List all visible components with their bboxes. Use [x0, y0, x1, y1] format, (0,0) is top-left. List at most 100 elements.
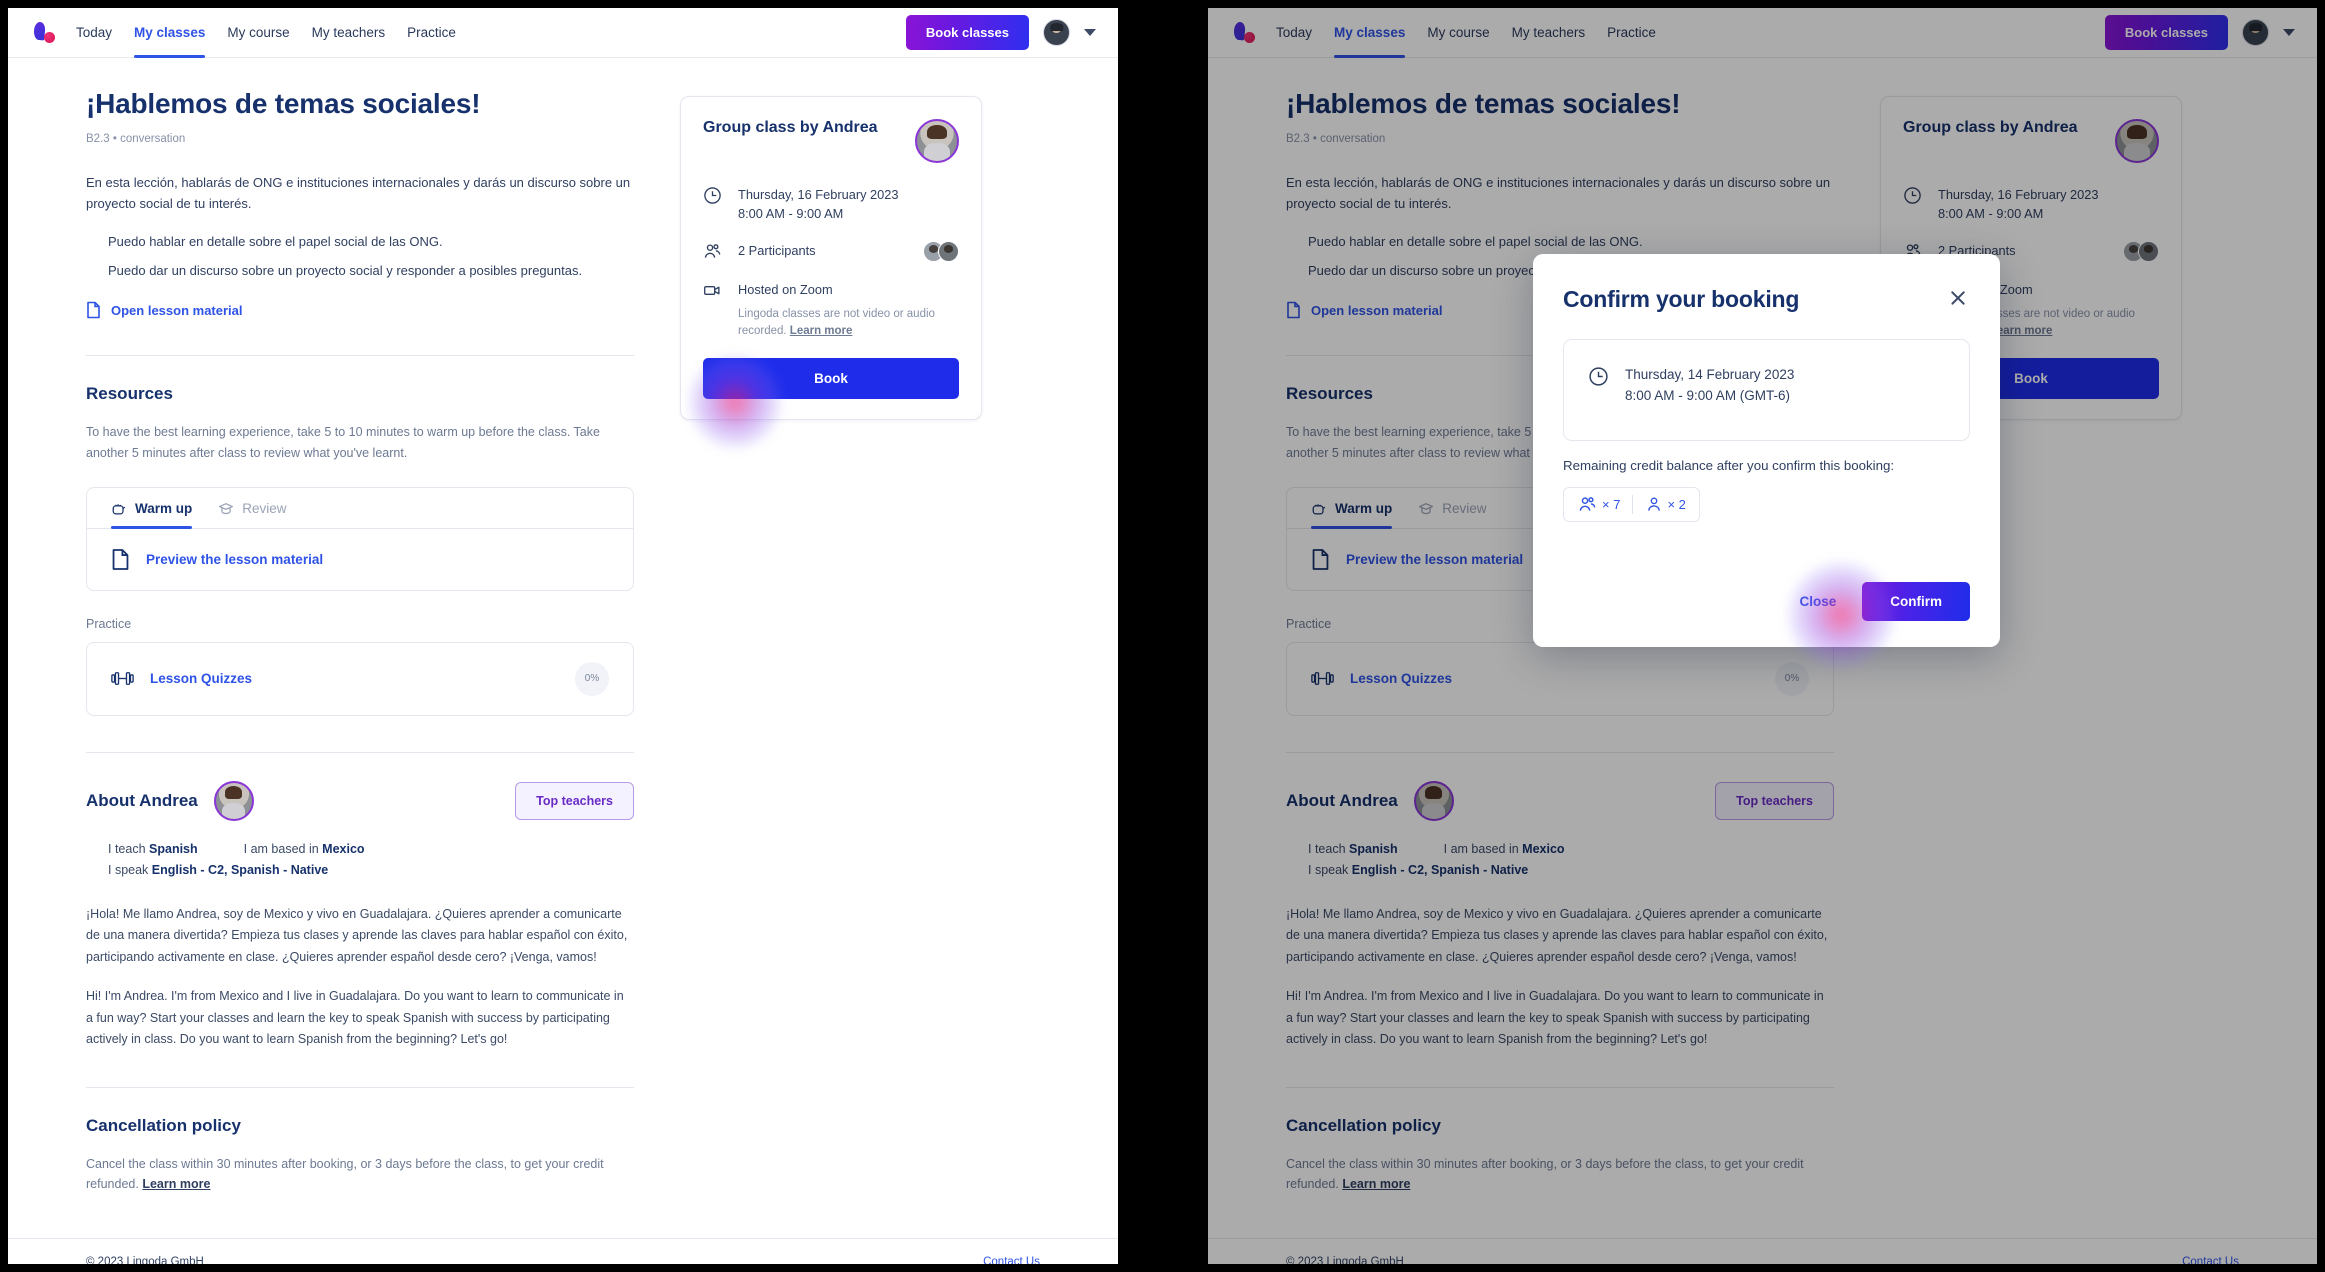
contact-us-link[interactable]: Contact Us [983, 1256, 1040, 1264]
clock-icon [1588, 365, 1608, 407]
top-navigation-bar: Today My classes My course My teachers P… [1208, 8, 2317, 58]
participant-avatars [2123, 241, 2159, 263]
top-teachers-badge-button[interactable]: Top teachers [1715, 781, 1834, 820]
cancellation-learn-more-link[interactable]: Learn more [142, 1177, 210, 1191]
close-button[interactable]: Close [1799, 594, 1836, 609]
booking-card: Group class by Andrea Thursday, 16 Febru… [680, 96, 982, 451]
nav-item-today[interactable]: Today [1276, 8, 1312, 57]
confirm-button[interactable]: Confirm [1862, 581, 1970, 621]
nav-item-my-course[interactable]: My course [1427, 8, 1489, 57]
about-teacher-header: About Andrea Top teachers [1286, 780, 1834, 821]
preview-lesson-material-row[interactable]: Preview the lesson material [87, 529, 633, 590]
quiz-progress-badge: 0% [575, 661, 609, 696]
list-item: Puedo dar un discurso sobre un proyecto … [108, 263, 583, 279]
graduation-cap-icon [1418, 501, 1434, 517]
book-classes-button[interactable]: Book classes [905, 15, 1029, 50]
copyright-text: © 2023 Lingoda GmbH [1286, 1255, 1404, 1264]
about-teacher-header: About Andrea Top teachers [86, 780, 634, 821]
open-lesson-material-row[interactable]: Open lesson material [86, 301, 634, 319]
booking-date: Thursday, 16 February 2023 [738, 187, 899, 202]
lesson-quizzes-row[interactable]: Lesson Quizzes 0% [1287, 643, 1833, 715]
private-credit-count: × 2 [1667, 496, 1686, 512]
private-credit-item: × 2 [1645, 495, 1686, 514]
teacher-bio-spanish: ¡Hola! Me llamo Andrea, soy de Mexico y … [86, 906, 628, 964]
nav-item-practice[interactable]: Practice [1607, 8, 1656, 57]
cancellation-policy-heading: Cancellation policy [1286, 1115, 1441, 1135]
open-lesson-material-link[interactable]: Open lesson material [1311, 303, 1443, 318]
chevron-down-icon[interactable] [1084, 29, 1096, 36]
based-value: Mexico [1522, 841, 1565, 856]
booking-card-title: Group class by Andrea [1903, 119, 2078, 136]
open-lesson-material-link[interactable]: Open lesson material [111, 303, 243, 318]
lesson-quizzes-row[interactable]: Lesson Quizzes 0% [87, 643, 633, 715]
lingoda-logo-icon[interactable] [1230, 18, 1260, 48]
divider [1632, 494, 1634, 514]
lesson-level-subtitle: B2.3 • conversation [1286, 133, 1386, 145]
nav-item-my-course[interactable]: My course [227, 8, 289, 57]
hosted-on: Hosted on Zoom [738, 282, 833, 298]
credit-balance-note: Remaining credit balance after you confi… [1563, 457, 1895, 473]
hosted-text-group: Hosted on Zoom Lingoda classes are not v… [738, 280, 959, 340]
browser-panel-right: Today My classes My course My teachers P… [1208, 8, 2317, 1264]
tab-warm-up[interactable]: Warm up [1311, 501, 1393, 529]
booking-time-row: Thursday, 16 February 2023 8:00 AM - 9:0… [703, 185, 959, 223]
practice-card: Lesson Quizzes 0% [86, 641, 634, 716]
nav-item-practice[interactable]: Practice [407, 8, 456, 57]
close-icon[interactable] [1946, 286, 1970, 310]
teacher-avatar [915, 119, 959, 163]
top-teachers-badge-button[interactable]: Top teachers [515, 781, 634, 820]
page-footer: © 2023 Lingoda GmbH Contact Us [1208, 1238, 2317, 1264]
tab-warm-up[interactable]: Warm up [111, 501, 193, 529]
teacher-bio-english: Hi! I'm Andrea. I'm from Mexico and I li… [1286, 989, 1824, 1047]
modal-header: Confirm your booking [1563, 286, 1970, 313]
dumbbell-icon [1311, 669, 1334, 688]
participant-avatars [923, 241, 959, 263]
speak-value: English - C2, Spanish - Native [1351, 863, 1529, 878]
list-item: Puedo hablar en detalle sobre el papel s… [1308, 234, 1643, 250]
booking-card-title: Group class by Andrea [703, 119, 878, 136]
nav-item-my-classes[interactable]: My classes [1334, 8, 1406, 58]
book-button[interactable]: Book [703, 358, 959, 400]
page-title: ¡Hablemos de temas sociales! [1286, 88, 1681, 119]
lesson-description: En esta lección, hablarás de ONG e insti… [1286, 175, 1831, 212]
quiz-progress-badge: 0% [1775, 661, 1809, 696]
lesson-quizzes-link[interactable]: Lesson Quizzes [150, 671, 252, 686]
practice-label: Practice [86, 616, 132, 631]
book-classes-button[interactable]: Book classes [2104, 15, 2228, 50]
modal-title: Confirm your booking [1563, 286, 1800, 312]
confirm-booking-modal: Confirm your booking Thursday, 14 Februa… [1533, 254, 2000, 670]
cancellation-learn-more-link[interactable]: Learn more [1342, 1177, 1410, 1191]
tab-review[interactable]: Review [218, 501, 287, 528]
nav-item-my-teachers[interactable]: My teachers [312, 8, 386, 57]
modal-timeslot-box: Thursday, 14 February 2023 8:00 AM - 9:0… [1563, 339, 1970, 441]
teacher-avatar [213, 780, 254, 821]
group-credit-item: × 7 [1577, 495, 1620, 514]
nav-item-my-classes[interactable]: My classes [134, 8, 206, 58]
top-navigation-bar: Today My classes My course My teachers P… [8, 8, 1118, 58]
booking-time-row: Thursday, 16 February 2023 8:00 AM - 9:0… [1903, 185, 2159, 223]
resources-heading: Resources [86, 384, 173, 404]
chevron-down-icon[interactable] [2283, 29, 2295, 36]
based-label: I am based in [1443, 841, 1519, 856]
document-icon [111, 548, 130, 571]
group-credit-count: × 7 [1602, 496, 1621, 512]
recording-learn-more-link[interactable]: Learn more [790, 325, 853, 337]
preview-lesson-material-link[interactable]: Preview the lesson material [146, 552, 323, 567]
divider [86, 751, 634, 753]
booking-participants-row: 2 Participants [703, 241, 959, 263]
page-content: ¡Hablemos de temas sociales! B2.3 • conv… [8, 58, 1118, 1264]
lingoda-logo-icon[interactable] [30, 18, 60, 48]
resources-description: To have the best learning experience, ta… [86, 425, 600, 460]
teacher-bio-spanish: ¡Hola! Me llamo Andrea, soy de Mexico y … [1286, 906, 1828, 964]
tab-review[interactable]: Review [1418, 501, 1487, 528]
user-avatar[interactable] [1043, 19, 1070, 46]
nav-item-my-teachers[interactable]: My teachers [1512, 8, 1586, 57]
nav-item-today[interactable]: Today [76, 8, 112, 57]
document-icon [86, 301, 101, 319]
preview-lesson-material-link[interactable]: Preview the lesson material [1346, 552, 1523, 567]
user-avatar[interactable] [2242, 19, 2269, 46]
teacher-avatar [1413, 780, 1454, 821]
lesson-quizzes-link[interactable]: Lesson Quizzes [1350, 671, 1452, 686]
teacher-bio-english: Hi! I'm Andrea. I'm from Mexico and I li… [86, 989, 624, 1047]
contact-us-link[interactable]: Contact Us [2182, 1256, 2239, 1264]
